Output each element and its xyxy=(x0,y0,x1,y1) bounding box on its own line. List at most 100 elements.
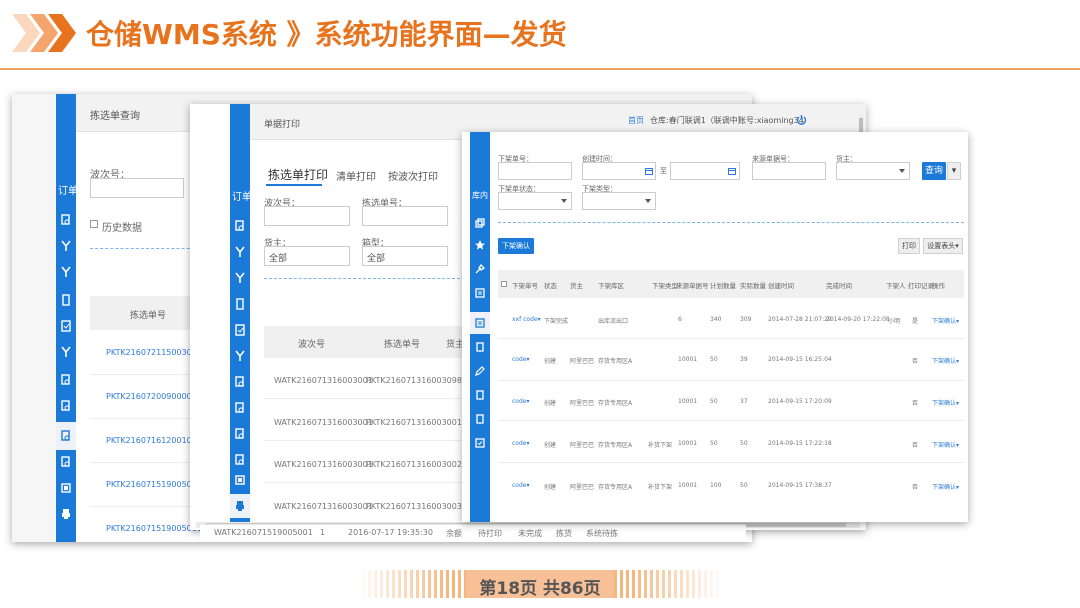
sidebar-warehouse-label[interactable]: 库内 xyxy=(472,190,488,201)
table-row-pick[interactable]: PKTK216072009000001 xyxy=(106,392,202,401)
header-divider xyxy=(0,68,1080,70)
cell-wave: WATK216071316003001 xyxy=(274,418,373,427)
document-icon[interactable] xyxy=(475,342,485,352)
search-button[interactable]: 查询 xyxy=(922,162,946,180)
checklist-icon[interactable] xyxy=(61,320,71,332)
wave-input[interactable] xyxy=(90,178,184,198)
search-doc-icon[interactable] xyxy=(61,214,71,226)
search-doc-icon[interactable] xyxy=(235,428,245,440)
account-label[interactable]: 账号:xiaoming34 xyxy=(738,115,804,126)
box-type-select[interactable]: 全部 xyxy=(362,246,448,266)
warehouse-label[interactable]: 仓库:春门联调1（联调中） xyxy=(650,115,746,126)
row-action-link[interactable]: 下架确认▾ xyxy=(932,482,959,491)
cell-source: 10001 xyxy=(678,440,698,447)
owner-select[interactable]: 全部 xyxy=(264,246,350,266)
select-all-checkbox[interactable] xyxy=(501,281,507,287)
row-action-link[interactable]: 下架确认▾ xyxy=(932,398,959,407)
order-no-link[interactable]: code▾ xyxy=(512,482,529,489)
row-action-link[interactable]: 下架确认▾ xyxy=(932,356,959,365)
order-no-link[interactable]: code▾ xyxy=(512,356,529,363)
tab-active-underline xyxy=(266,184,322,186)
tab-wave-print[interactable]: 按波次打印 xyxy=(388,168,438,183)
sidebar xyxy=(230,104,250,530)
document-icon[interactable] xyxy=(475,390,485,400)
search-doc-icon xyxy=(61,430,70,441)
search-doc-icon[interactable] xyxy=(235,402,245,414)
order-no-link[interactable]: xxf code▾ xyxy=(512,316,541,323)
col-wave: 波次号 xyxy=(298,340,326,350)
box-icon[interactable] xyxy=(235,474,245,486)
search-doc-icon[interactable] xyxy=(61,374,71,386)
top-nav: 首页 仓库:春门联调1（联调中） 账号:xiaoming34 xyxy=(620,112,812,128)
cell-print-record: 是 xyxy=(912,318,919,325)
table-row-pick[interactable]: PKTK216071519005001 xyxy=(106,524,202,533)
calendar-icon[interactable] xyxy=(728,167,736,175)
copy-icon[interactable] xyxy=(475,218,485,228)
printer-icon[interactable] xyxy=(61,508,71,520)
star-icon[interactable] xyxy=(475,240,485,250)
tab-pick-print[interactable]: 拣选单打印 xyxy=(268,166,328,183)
fork-icon[interactable] xyxy=(61,266,71,278)
table-row-pick[interactable]: PKTK216071519005002 xyxy=(106,480,202,489)
box-icon[interactable] xyxy=(61,482,71,494)
search-doc-icon[interactable] xyxy=(235,454,245,466)
type-select[interactable] xyxy=(582,192,656,210)
edit-icon[interactable] xyxy=(475,366,485,376)
owner-select[interactable] xyxy=(836,162,910,180)
history-checkbox[interactable] xyxy=(90,220,98,228)
sidebar-active-item[interactable] xyxy=(470,312,490,334)
order-no-link[interactable]: code▾ xyxy=(512,440,529,447)
search-doc-icon[interactable] xyxy=(235,376,245,388)
row-action-link[interactable]: 下架确认▾ xyxy=(932,440,959,449)
chevron-arrows-icon xyxy=(12,14,76,52)
col-print-record: 打印记录 xyxy=(908,282,934,290)
home-link[interactable]: 首页 xyxy=(628,115,644,126)
cell-wave: WATK216071316003001 xyxy=(274,502,373,511)
table-row-pick[interactable]: PKTK216071612001001 xyxy=(106,436,202,445)
sidebar-order-label[interactable]: 订单 xyxy=(58,182,78,197)
document-icon[interactable] xyxy=(475,414,485,424)
checklist-icon[interactable] xyxy=(235,324,245,336)
calendar-icon[interactable] xyxy=(645,167,653,175)
power-icon[interactable] xyxy=(796,114,807,125)
cell-owner: 阿里巴巴 xyxy=(570,484,595,491)
list-icon[interactable] xyxy=(475,288,485,298)
search-doc-icon[interactable] xyxy=(61,400,71,412)
search-dropdown-button[interactable]: ▾ xyxy=(947,162,961,180)
cell-owner: 余额 xyxy=(446,529,462,538)
order-no-input[interactable] xyxy=(498,162,572,180)
source-no-input[interactable] xyxy=(752,162,826,180)
pick-number-input[interactable] xyxy=(362,206,448,226)
mobile-icon[interactable] xyxy=(61,294,71,306)
page-indicator: 第18页 共86页 xyxy=(356,568,724,600)
row-divider xyxy=(498,462,964,463)
sidebar-active-item[interactable] xyxy=(56,422,76,450)
fork-icon[interactable] xyxy=(235,272,245,284)
tool-icon[interactable] xyxy=(475,264,485,274)
takedown-confirm-button[interactable]: 下架确认 xyxy=(498,238,534,254)
order-no-link[interactable]: code▾ xyxy=(512,398,529,405)
status-select[interactable] xyxy=(498,192,572,210)
sidebar-order-label[interactable]: 订单 xyxy=(232,188,252,203)
search-doc-icon[interactable] xyxy=(61,456,71,468)
search-doc-icon[interactable] xyxy=(235,220,245,232)
fork-icon[interactable] xyxy=(61,240,71,252)
cell-pick: PKTK216071316003002 xyxy=(366,460,462,469)
col-actual: 实际数量 xyxy=(740,282,766,290)
col-pick-number: 拣选单号 xyxy=(384,340,421,350)
table-header: 波次号 拣选单号 货主 xyxy=(264,326,464,358)
fork-icon[interactable] xyxy=(235,350,245,362)
checklist-icon[interactable] xyxy=(475,438,485,448)
fork-icon[interactable] xyxy=(61,346,71,358)
tab-list-print[interactable]: 清单打印 xyxy=(336,168,376,183)
sidebar-active-item[interactable] xyxy=(230,494,250,518)
print-button[interactable]: 打印 xyxy=(898,238,920,254)
mobile-icon[interactable] xyxy=(235,298,245,310)
fork-icon[interactable] xyxy=(235,246,245,258)
wave-input[interactable] xyxy=(264,206,350,226)
settings-header-button[interactable]: 设置表头▾ xyxy=(923,238,963,254)
cell-created: 2014-07-28 21:07:29 xyxy=(768,316,832,323)
cell-area: 出库流出口 xyxy=(598,318,629,325)
row-action-link[interactable]: 下架确认▾ xyxy=(932,316,959,325)
table-row-pick[interactable]: PKTK216072115003002 xyxy=(106,348,202,357)
